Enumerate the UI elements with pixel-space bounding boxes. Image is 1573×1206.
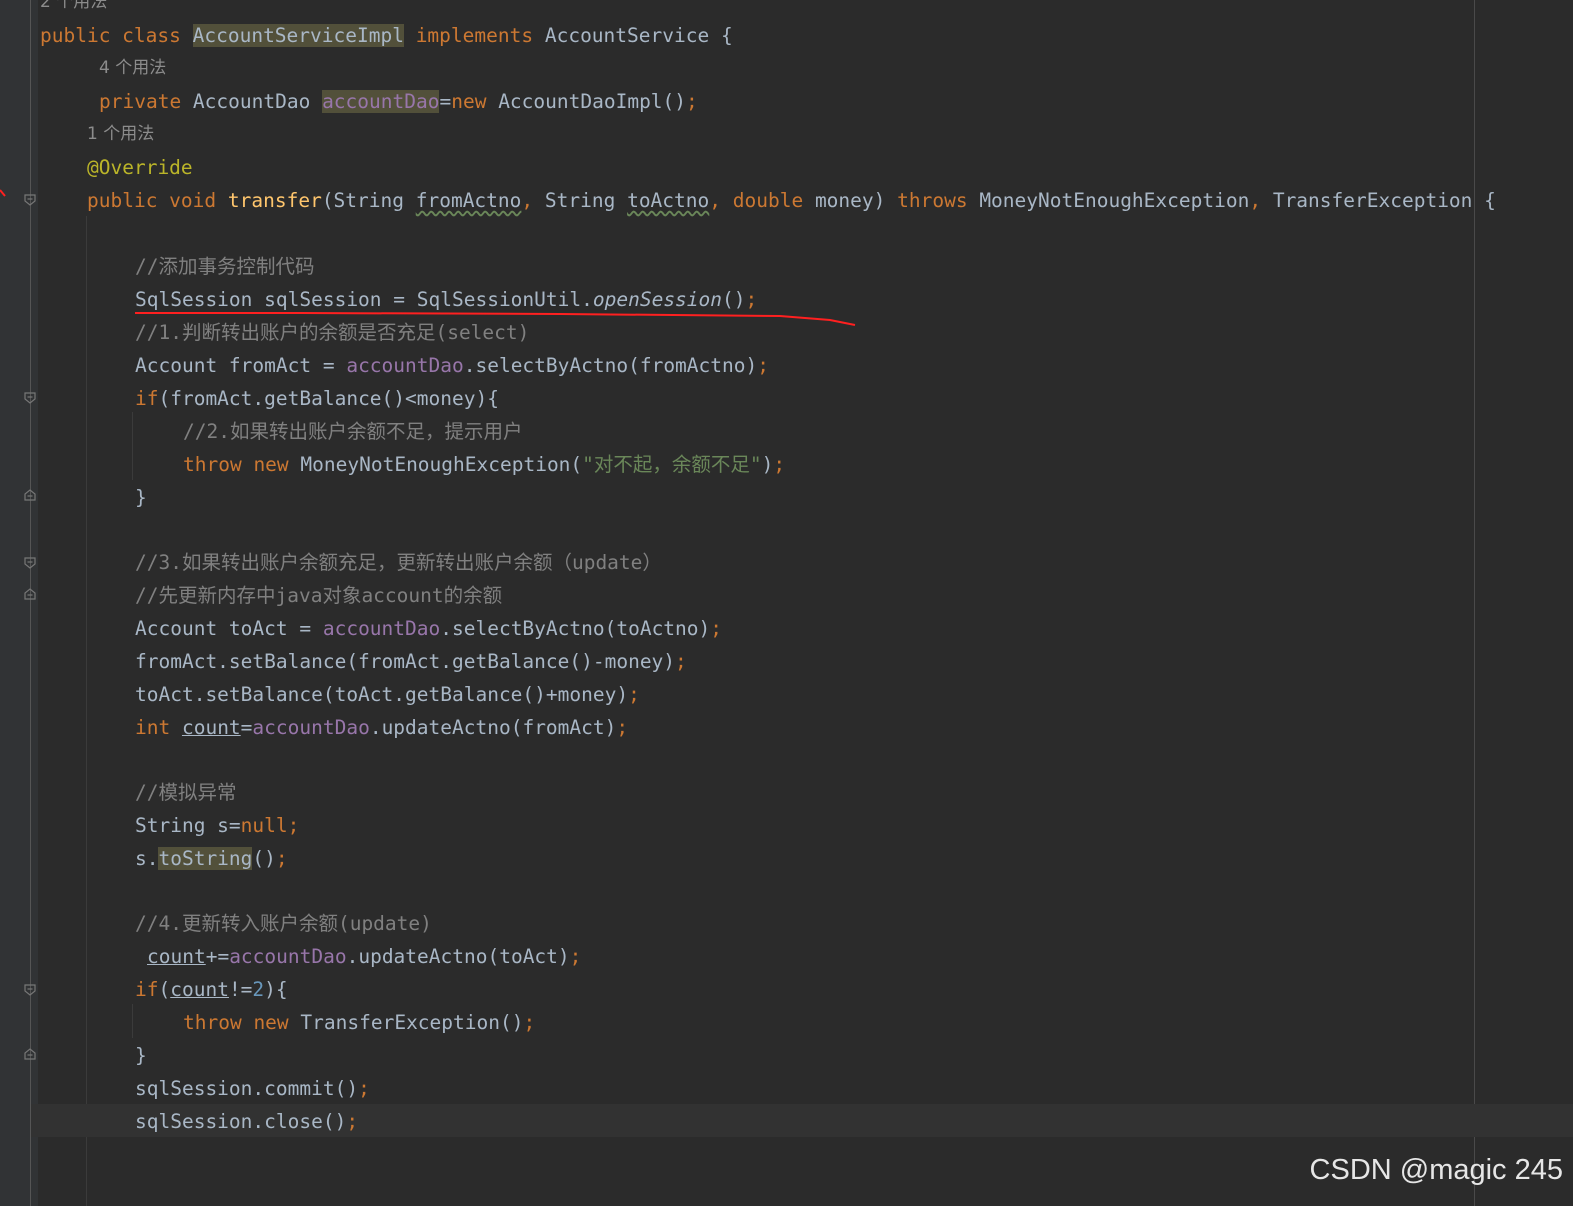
indent-guide bbox=[132, 1004, 133, 1038]
code-line-method-signature[interactable]: public void transfer(String fromActno, S… bbox=[87, 184, 1496, 217]
code-line-close-brace[interactable]: } bbox=[135, 1039, 147, 1072]
code-line-open-session[interactable]: SqlSession sqlSession = SqlSessionUtil.o… bbox=[135, 283, 757, 316]
code-line-if-balance[interactable]: if(fromAct.getBalance()<money){ bbox=[135, 382, 499, 415]
code-line-tostring[interactable]: s.toString(); bbox=[135, 842, 288, 875]
code-line-set-from[interactable]: fromAct.setBalance(fromAct.getBalance()-… bbox=[135, 645, 687, 678]
right-margin-guide bbox=[1474, 0, 1475, 1206]
code-comment[interactable]: //先更新内存中java对象account的余额 bbox=[135, 579, 502, 612]
code-comment[interactable]: //添加事务控制代码 bbox=[135, 250, 314, 283]
code-line-count[interactable]: int count=accountDao.updateActno(fromAct… bbox=[135, 711, 628, 744]
code-line-throw-transfer[interactable]: throw new TransferException(); bbox=[183, 1006, 535, 1039]
code-line-field[interactable]: private AccountDao accountDao=new Accoun… bbox=[99, 85, 698, 118]
code-line-if-count[interactable]: if(count!=2){ bbox=[135, 973, 288, 1006]
usage-hint[interactable]: 4 个用法 bbox=[99, 52, 166, 85]
code-line-count-add[interactable]: count+=accountDao.updateActno(toAct); bbox=[147, 940, 581, 973]
gutter-separator bbox=[30, 0, 31, 1206]
fold-marker-icon[interactable] bbox=[23, 193, 37, 207]
code-line-string-null[interactable]: String s=null; bbox=[135, 809, 299, 842]
editor-gutter bbox=[0, 0, 38, 1206]
fold-end-marker-icon[interactable] bbox=[23, 488, 37, 502]
fold-marker-icon[interactable] bbox=[23, 983, 37, 997]
code-line-select-to[interactable]: Account toAct = accountDao.selectByActno… bbox=[135, 612, 722, 645]
fold-end-marker-icon[interactable] bbox=[23, 587, 37, 601]
code-line-class[interactable]: public class AccountServiceImpl implemen… bbox=[40, 19, 733, 52]
code-line-throw-money[interactable]: throw new MoneyNotEnoughException("对不起，余… bbox=[183, 448, 785, 481]
code-line-close-session[interactable]: sqlSession.close(); bbox=[135, 1105, 358, 1138]
code-comment[interactable]: //2.如果转出账户余额不足，提示用户 bbox=[183, 415, 522, 448]
code-line-commit[interactable]: sqlSession.commit(); bbox=[135, 1072, 370, 1105]
fold-end-marker-icon[interactable] bbox=[23, 1047, 37, 1061]
code-line-select-from[interactable]: Account fromAct = accountDao.selectByAct… bbox=[135, 349, 769, 382]
usage-hint[interactable]: 2 个用法 bbox=[40, 0, 107, 19]
usage-hint[interactable]: 1 个用法 bbox=[87, 118, 154, 151]
code-comment[interactable]: //4.更新转入账户余额(update) bbox=[135, 907, 432, 940]
code-line-close-brace[interactable]: } bbox=[135, 481, 147, 514]
fold-marker-icon[interactable] bbox=[23, 556, 37, 570]
watermark: CSDN @magic 245 bbox=[1309, 1154, 1563, 1186]
fold-marker-icon[interactable] bbox=[23, 391, 37, 405]
code-comment[interactable]: //1.判断转出账户的余额是否充足(select) bbox=[135, 316, 529, 349]
code-comment[interactable]: //3.如果转出账户余额充足，更新转出账户余额（update） bbox=[135, 546, 662, 579]
code-comment[interactable]: //模拟异常 bbox=[135, 776, 236, 809]
code-line-override[interactable]: @Override bbox=[87, 151, 193, 184]
code-line-set-to[interactable]: toAct.setBalance(toAct.getBalance()+mone… bbox=[135, 678, 640, 711]
indent-guide bbox=[86, 216, 87, 1206]
indent-guide bbox=[132, 412, 133, 480]
